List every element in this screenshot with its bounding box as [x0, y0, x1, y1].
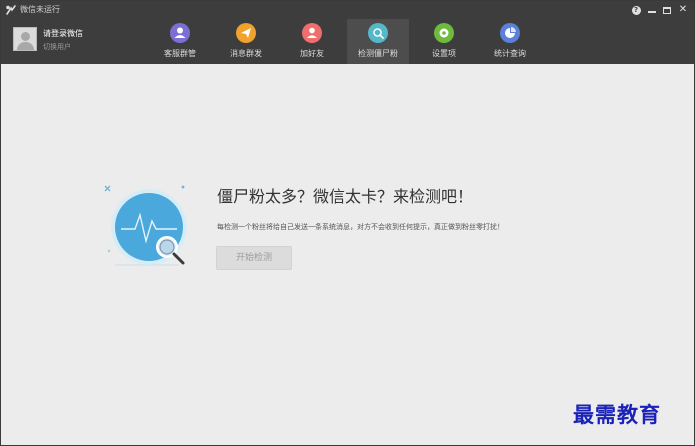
avatar[interactable] — [13, 27, 37, 51]
nav-label: 检测僵尸粉 — [358, 49, 398, 58]
nav-label: 客服群管 — [164, 49, 196, 58]
send-message-icon — [236, 23, 256, 43]
title-bar: 微信未运行 ? ✕ — [1, 1, 694, 19]
app-window: 微信未运行 ? ✕ 请登录微信 切换用户 客服群管 消息群发 加好友 检测僵尸粉… — [0, 0, 695, 446]
nav-item-mass-message[interactable]: 消息群发 — [215, 19, 277, 64]
start-detect-button[interactable]: 开始检测 — [216, 246, 292, 270]
nav-label: 统计查询 — [494, 49, 526, 58]
window-title: 微信未运行 — [20, 5, 60, 14]
switch-user-link[interactable]: 切换用户 — [43, 42, 71, 52]
nav-item-detect-zombie[interactable]: 检测僵尸粉 — [347, 19, 409, 64]
nav-item-customer-service[interactable]: 客服群管 — [149, 19, 211, 64]
page-description: 每检测一个粉丝将给自己发送一条系统消息，对方不会收到任何提示，真正做到粉丝零打扰… — [217, 223, 504, 231]
magnifier-monitor-icon — [104, 185, 187, 266]
help-glyph: ? — [631, 5, 641, 15]
nav-item-add-friend[interactable]: 加好友 — [281, 19, 343, 64]
minimize-icon[interactable] — [646, 4, 658, 16]
watermark-logo: 最需教育 — [573, 402, 661, 427]
close-icon[interactable]: ✕ — [677, 4, 689, 16]
add-friend-icon — [302, 23, 322, 43]
nav-item-statistics[interactable]: 统计查询 — [479, 19, 541, 64]
page-headline: 僵尸粉太多？微信太卡？来检测吧！ — [217, 187, 474, 206]
login-prompt[interactable]: 请登录微信 — [43, 28, 83, 39]
nav-item-settings[interactable]: 设置项 — [413, 19, 475, 64]
settings-icon — [434, 23, 454, 43]
close-glyph: ✕ — [678, 4, 688, 15]
nav-label: 消息群发 — [230, 49, 262, 58]
customer-service-icon — [170, 23, 190, 43]
help-icon[interactable]: ? — [630, 4, 642, 16]
main-content: 僵尸粉太多？微信太卡？来检测吧！ 每检测一个粉丝将给自己发送一条系统消息，对方不… — [1, 64, 694, 445]
nav-label: 设置项 — [432, 49, 456, 58]
app-logo-icon — [6, 5, 16, 15]
statistics-icon — [500, 23, 520, 43]
detect-zombie-icon — [368, 23, 388, 43]
nav-label: 加好友 — [300, 49, 324, 58]
header-bar: 微信未运行 ? ✕ 请登录微信 切换用户 客服群管 消息群发 加好友 检测僵尸粉… — [1, 1, 694, 64]
maximize-icon[interactable] — [661, 4, 673, 16]
